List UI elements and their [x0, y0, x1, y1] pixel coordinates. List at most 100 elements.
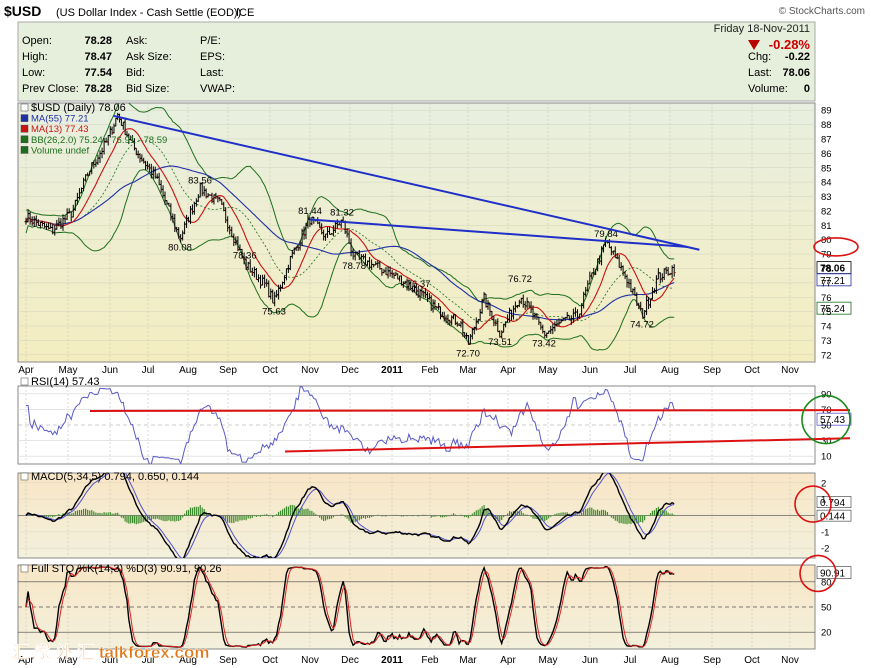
price-tick: 81 — [821, 221, 832, 232]
quote-label: Ask: — [126, 35, 147, 47]
quote-value: 78.28 — [84, 35, 112, 47]
quote-value: 78.47 — [84, 51, 112, 63]
rsi-resistance-line — [89, 409, 851, 412]
month-label: Dec — [341, 365, 359, 376]
legend-entry: $USD (Daily) 78.06 — [31, 102, 126, 114]
macd-last-value: 0.144 — [820, 512, 845, 523]
price-annotation: 78.78 — [342, 261, 366, 272]
month-label: Oct — [744, 655, 760, 666]
quote-label: Ask Size: — [126, 51, 172, 63]
month-label: Aug — [179, 365, 197, 376]
price-annotation: 74.72 — [630, 320, 654, 331]
month-label: Oct — [262, 365, 278, 376]
month-label: Apr — [500, 655, 516, 666]
price-tick: 86 — [821, 149, 832, 160]
price-tick: 88 — [821, 120, 832, 131]
month-label: Sep — [703, 365, 721, 376]
change-percent: -0.28% — [769, 37, 811, 52]
month-label: May — [539, 365, 558, 376]
legend-swatch — [20, 124, 29, 133]
price-tick: 82 — [821, 206, 832, 217]
quote-value: 78.06 — [782, 67, 810, 79]
month-label: Feb — [421, 365, 439, 376]
quote-value: 77.54 — [84, 67, 112, 79]
macd-legend: MACD(5,34,5) 0.794, 0.650, 0.144 — [31, 471, 199, 483]
rsi-legend: RSI(14) 57.43 — [31, 376, 99, 388]
quote-label: EPS: — [200, 51, 225, 63]
macd-tick: 1 — [821, 495, 826, 506]
legend-swatch — [20, 564, 29, 573]
month-label: Jul — [624, 365, 637, 376]
quote-label: VWAP: — [200, 83, 235, 95]
price-tick: 78 — [821, 264, 832, 275]
price-annotation: 76.72 — [508, 274, 532, 285]
price-tick: 72 — [821, 350, 832, 361]
price-tick: 85 — [821, 163, 832, 174]
month-label: Nov — [781, 655, 799, 666]
month-label: Nov — [301, 655, 319, 666]
price-annotation: 72.70 — [456, 349, 480, 360]
quote-value: 0 — [804, 83, 810, 95]
quote-label: Low: — [22, 67, 45, 79]
month-label: Jun — [102, 365, 118, 376]
month-label: Aug — [661, 655, 679, 666]
source-credit: © StockCharts.com — [779, 6, 865, 17]
macd-tick: -2 — [821, 544, 829, 555]
quote-value: -0.22 — [785, 51, 810, 63]
month-label: Jul — [142, 365, 155, 376]
legend-entry: BB(26,2.0) 75.24 - 76.91 - 78.59 — [31, 135, 167, 146]
macd-tick: -1 — [821, 527, 829, 538]
quote-label: Last: — [748, 67, 772, 79]
quote-label: Volume: — [748, 83, 788, 95]
quote-label: P/E: — [200, 35, 221, 47]
quote-date: Friday 18-Nov-2011 — [714, 23, 810, 35]
legend-swatch — [20, 135, 29, 144]
month-label: Jul — [624, 655, 637, 666]
stock-chart: $USD (US Dollar Index - Cash Settle (EOD… — [4, 3, 865, 666]
price-tick: 87 — [821, 134, 832, 145]
price-tick: 75 — [821, 307, 832, 318]
price-annotation: 80.08 — [168, 243, 192, 254]
month-label: Sep — [703, 655, 721, 666]
legend-swatch — [20, 377, 29, 386]
legend-swatch — [20, 114, 29, 122]
price-annotation: 76.37 — [407, 279, 431, 290]
month-label: Oct — [262, 655, 278, 666]
rsi-tick: 10 — [821, 452, 832, 463]
month-label: Mar — [459, 365, 477, 376]
quote-label: Open: — [22, 35, 52, 47]
month-label: Aug — [661, 365, 679, 376]
month-label: May — [59, 365, 78, 376]
legend-swatch — [20, 146, 29, 154]
ticker: $USD — [4, 3, 41, 19]
month-label: Sep — [219, 365, 237, 376]
month-label: Nov — [301, 365, 319, 376]
price-tick: 84 — [821, 178, 832, 189]
watermark: 汇 家 外 汇 talkforex.com — [12, 642, 209, 662]
price-tick: 74 — [821, 322, 832, 333]
sto-legend: Full STO %K(14,3) %D(3) 90.91, 90.26 — [31, 563, 222, 575]
month-label: May — [539, 655, 558, 666]
price-tick: 76 — [821, 293, 832, 304]
price-tick: 73 — [821, 336, 832, 347]
sto-tick: 20 — [821, 628, 832, 639]
quote-label: Last: — [200, 67, 224, 79]
rsi-tick: 50 — [821, 421, 832, 432]
price-annotation: 81.32 — [330, 208, 354, 219]
red-circle-price — [813, 237, 859, 257]
legend-swatch — [20, 103, 29, 112]
legend-entry: MA(55) 77.21 — [31, 114, 89, 125]
price-annotation: 75.63 — [262, 307, 286, 318]
price-tick: 80 — [821, 235, 832, 246]
month-label: Feb — [421, 655, 439, 666]
month-label: Nov — [781, 365, 799, 376]
price-annotation: 83.56 — [188, 175, 212, 186]
price-annotation: 73.42 — [532, 338, 556, 349]
price-tick: 83 — [821, 192, 832, 203]
month-label: 2011 — [381, 655, 403, 666]
sto-tick: 50 — [821, 603, 832, 614]
quote-label: Bid: — [126, 67, 145, 79]
month-label: Apr — [18, 365, 34, 376]
month-label: 2011 — [381, 365, 403, 376]
legend-swatch — [20, 472, 29, 481]
